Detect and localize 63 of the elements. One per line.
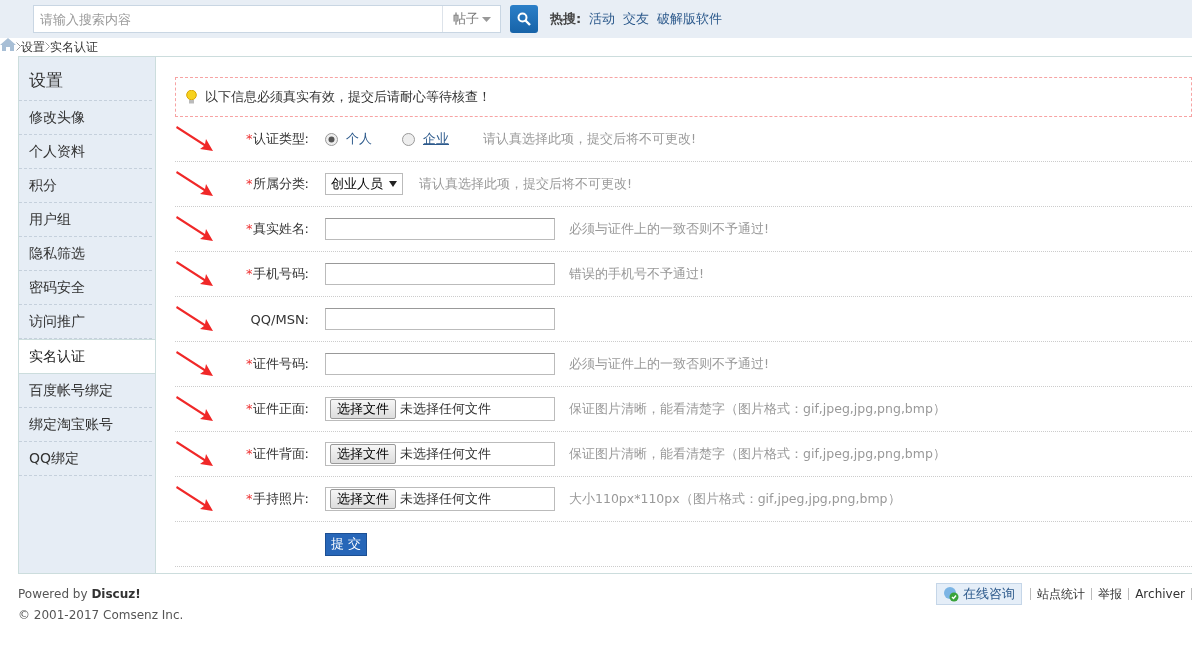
file-input-field[interactable]: 选择文件 未选择任何文件 (325, 442, 555, 466)
sidebar-item[interactable]: 用户组 (19, 203, 152, 237)
text-input-field[interactable] (325, 353, 555, 375)
field-label: *真实姓名: (246, 220, 309, 238)
chevron-icon (16, 42, 21, 51)
sidebar-item[interactable]: 密码安全 (19, 271, 152, 305)
caret-icon (482, 16, 491, 22)
hot-search-link[interactable]: 活动 (589, 10, 616, 28)
category-dropdown[interactable]: 创业人员 (325, 173, 403, 195)
field-hint: 请认真选择此项，提交后将不可更改! (483, 130, 696, 148)
field-hint: 请认真选择此项，提交后将不可更改! (419, 175, 632, 193)
breadcrumb-link[interactable]: 设置 (21, 40, 45, 54)
chat-status-icon (943, 586, 960, 602)
field-hint: 保证图片清晰，能看清楚字（图片格式：gif,jpeg,jpg,png,bmp） (569, 445, 946, 463)
footer-link[interactable]: Archiver (1135, 587, 1185, 601)
submit-button[interactable]: 提 交 (325, 532, 368, 556)
sidebar-title: 设置 (19, 63, 152, 101)
lightbulb-icon (186, 90, 197, 104)
field-hint: 大小110px*110px（图片格式：gif,jpeg,jpg,png,bmp） (569, 490, 901, 508)
footer-link[interactable]: 举报 (1098, 585, 1123, 603)
field-label: *认证类型: (246, 130, 309, 148)
field-label: *手持照片: (246, 490, 309, 508)
powered-by-text: Powered by Discuz! (18, 587, 142, 601)
choose-file-button[interactable]: 选择文件 (330, 399, 396, 419)
text-input-field[interactable] (325, 308, 555, 330)
file-input-field[interactable]: 选择文件 未选择任何文件 (325, 487, 555, 511)
sidebar-item[interactable]: 修改头像 (19, 101, 152, 135)
field-label: *证件正面: (246, 400, 309, 418)
sidebar-item[interactable]: QQ绑定 (19, 442, 152, 476)
online-consult-button[interactable]: 在线咨询 (936, 583, 1023, 605)
home-icon[interactable] (0, 38, 16, 51)
search-button[interactable] (510, 5, 538, 33)
text-input-field[interactable] (325, 218, 555, 240)
text-input-field[interactable] (325, 263, 555, 285)
choose-file-button[interactable]: 选择文件 (330, 444, 396, 464)
sidebar-item[interactable]: 隐私筛选 (19, 237, 152, 271)
field-label: *证件号码: (246, 355, 309, 373)
choose-file-button[interactable]: 选择文件 (330, 489, 396, 509)
sidebar-item[interactable]: 积分 (19, 169, 152, 203)
hot-search-link[interactable]: 破解版软件 (657, 10, 723, 28)
field-label: *证件背面: (246, 445, 309, 463)
search-icon (517, 12, 531, 26)
hot-search-label: 热搜: (550, 10, 582, 28)
field-label: QQ/MSN: (250, 311, 309, 327)
field-hint: 错误的手机号不予通过! (569, 265, 704, 283)
hot-search-link[interactable]: 交友 (623, 10, 650, 28)
sidebar-item[interactable]: 实名认证 (19, 339, 156, 374)
field-label: *手机号码: (246, 265, 309, 283)
chevron-icon (45, 42, 50, 51)
sidebar-item[interactable]: 个人资料 (19, 135, 152, 169)
sidebar-item[interactable]: 绑定淘宝账号 (19, 408, 152, 442)
search-field[interactable]: 请输入搜索内容 帖子 (33, 5, 501, 33)
notice-text: 以下信息必须真实有效，提交后请耐心等待核查！ (205, 88, 491, 106)
field-label: *所属分类: (246, 175, 309, 193)
copyright-text: © 2001-2017 Comsenz Inc. (18, 608, 184, 622)
footer-link[interactable]: 站点统计 (1037, 585, 1086, 603)
breadcrumb-link[interactable]: 实名认证 (50, 40, 98, 54)
file-input-field[interactable]: 选择文件 未选择任何文件 (325, 397, 555, 421)
caret-icon (389, 181, 397, 187)
sidebar-item[interactable]: 百度帐号绑定 (19, 374, 152, 408)
radio-option[interactable]: 个人 (325, 130, 372, 148)
radio-option[interactable]: 企业 (402, 130, 449, 148)
field-hint: 保证图片清晰，能看清楚字（图片格式：gif,jpeg,jpg,png,bmp） (569, 400, 946, 418)
